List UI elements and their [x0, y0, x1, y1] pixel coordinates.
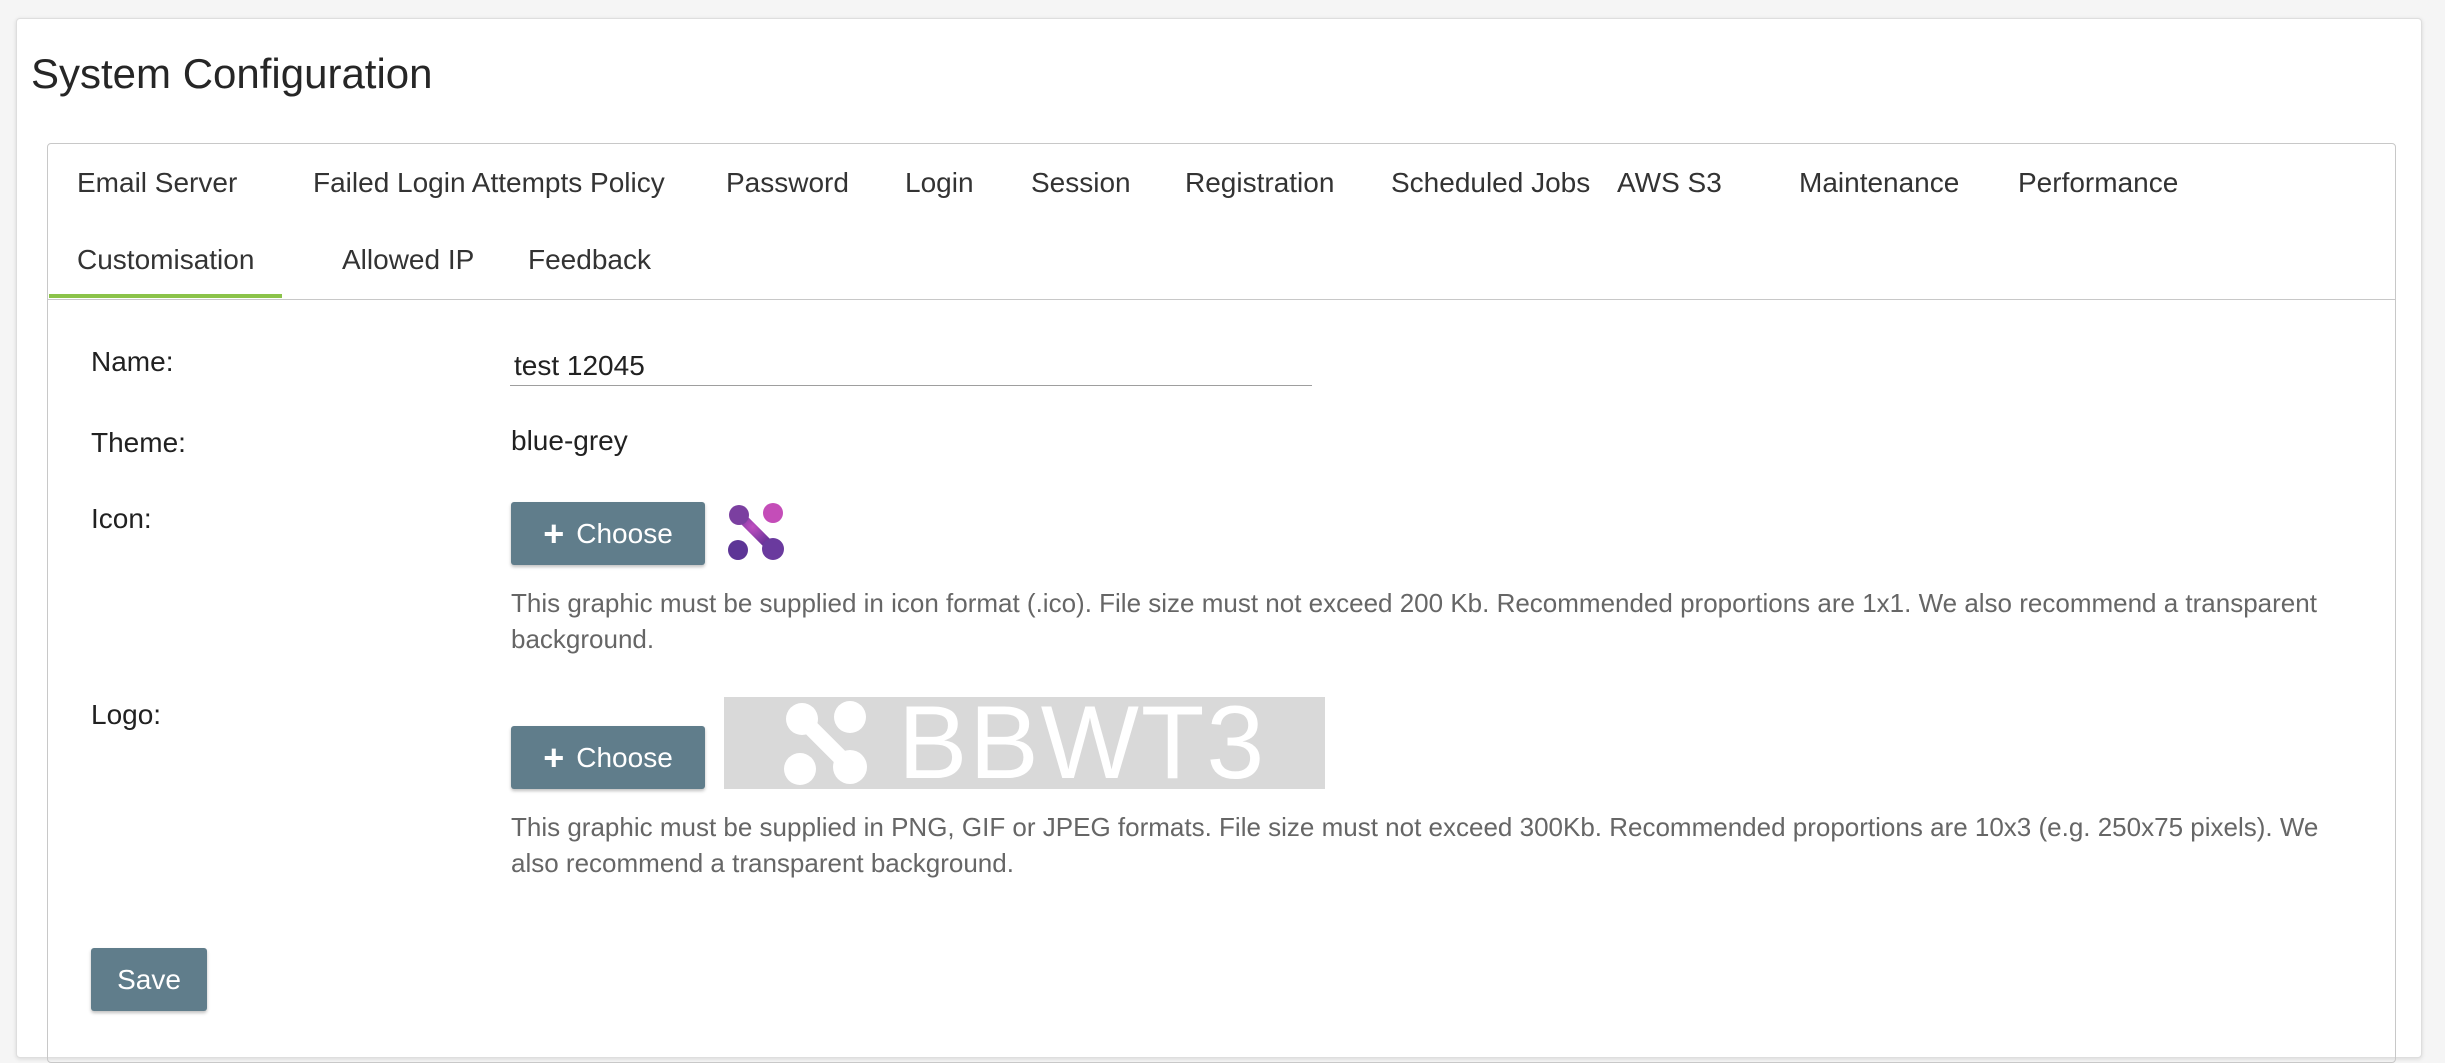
- page-title: System Configuration: [31, 50, 433, 97]
- logo-preview: BBWT3: [724, 685, 1325, 801]
- tab-email-server[interactable]: Email Server: [49, 145, 265, 221]
- tab-aws-s3[interactable]: AWS S3: [1589, 145, 1750, 221]
- tab-feedback[interactable]: Feedback: [500, 222, 679, 298]
- logo-preview-text: BBWT3: [898, 685, 1267, 801]
- name-input[interactable]: [510, 346, 1312, 386]
- logo-hint: This graphic must be supplied in PNG, GI…: [511, 812, 2319, 878]
- tab-customisation[interactable]: Customisation: [49, 222, 283, 298]
- tab-failed-login-attempts-policy[interactable]: Failed Login Attempts Policy: [285, 145, 693, 221]
- icon-choose-button[interactable]: + Choose: [511, 502, 705, 565]
- theme-label: Theme:: [91, 427, 186, 458]
- tab-allowed-ip[interactable]: Allowed IP: [314, 222, 502, 298]
- tab-scheduled-jobs[interactable]: Scheduled Jobs: [1363, 145, 1618, 221]
- plus-icon: +: [543, 736, 565, 778]
- tab-bar: Email Server Failed Login Attempts Polic…: [48, 144, 2395, 300]
- icon-choose-label: Choose: [576, 517, 673, 549]
- logo-mark-icon: [784, 701, 867, 785]
- tab-session[interactable]: Session: [1003, 145, 1159, 221]
- tab-performance[interactable]: Performance: [1990, 145, 2206, 221]
- logo-choose-label: Choose: [576, 741, 673, 773]
- name-label: Name:: [91, 346, 174, 377]
- tab-password[interactable]: Password: [698, 145, 877, 221]
- tab-maintenance[interactable]: Maintenance: [1771, 145, 1987, 221]
- save-button[interactable]: Save: [91, 948, 207, 1011]
- logo-choose-button[interactable]: + Choose: [511, 726, 705, 789]
- logo-label: Logo:: [91, 699, 162, 730]
- tab-registration[interactable]: Registration: [1157, 145, 1362, 221]
- theme-value: blue-grey: [511, 425, 628, 456]
- icon-label: Icon:: [91, 503, 152, 534]
- app-icon-preview: [728, 503, 784, 560]
- icon-hint: This graphic must be supplied in icon fo…: [511, 588, 2317, 654]
- tab-login[interactable]: Login: [877, 145, 1002, 221]
- plus-icon: +: [543, 512, 565, 554]
